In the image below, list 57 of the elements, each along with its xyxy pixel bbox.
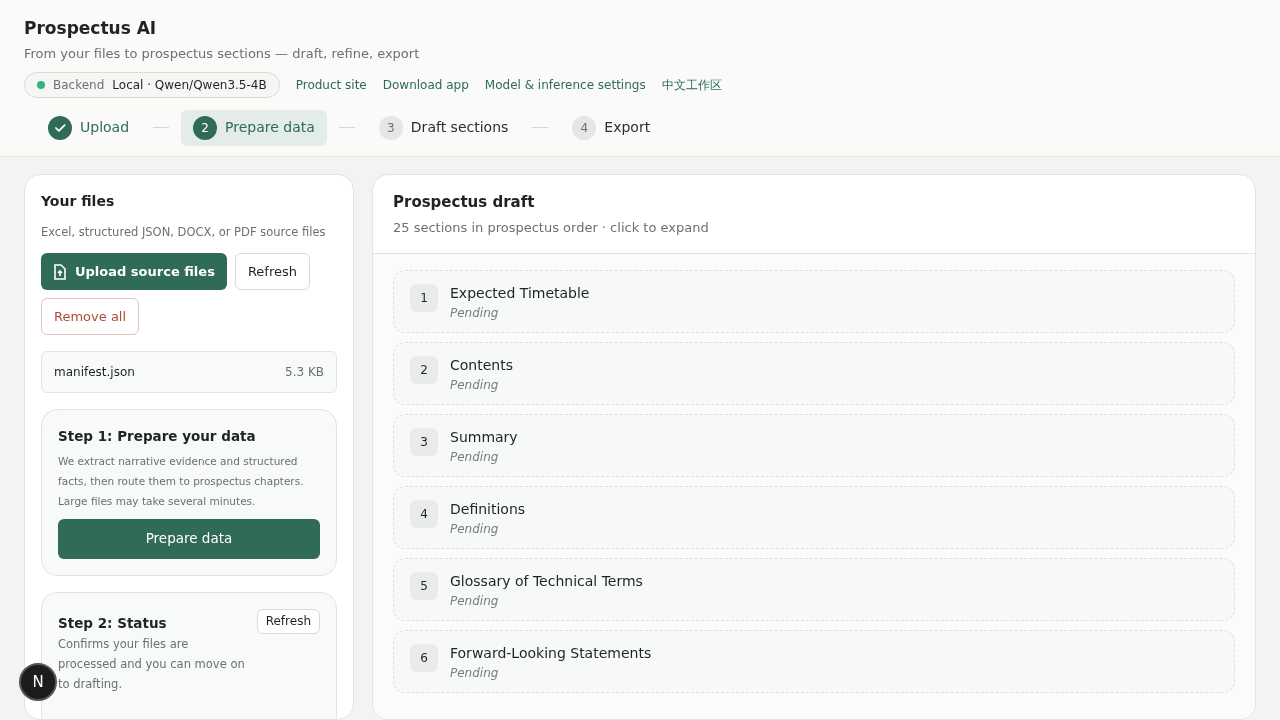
step-tab[interactable]: 4 Export bbox=[560, 109, 663, 146]
panel-hint: Excel, structured JSON, DOCX, or PDF source files bbox=[41, 224, 327, 241]
section-row[interactable]: 2 Contents Pending bbox=[393, 342, 1235, 405]
backend-value: Local · Qwen/Qwen3.5-4B bbox=[112, 76, 267, 94]
section-title: Contents bbox=[450, 356, 513, 375]
section-row[interactable]: 4 Definitions Pending bbox=[393, 486, 1235, 549]
step-title: Step 2: Status bbox=[58, 613, 167, 633]
section-number: 3 bbox=[410, 428, 438, 456]
section-status: Pending bbox=[450, 665, 500, 682]
step-tab[interactable]: 3 Draft sections bbox=[366, 109, 521, 146]
section-status: Pending bbox=[450, 449, 500, 466]
step-description: Confirms your files are processed and you can move on to drafting. bbox=[58, 635, 246, 693]
file-name: manifest.json bbox=[54, 364, 135, 382]
header-link[interactable]: Model & inference settings bbox=[484, 75, 646, 94]
dev-badge[interactable]: N bbox=[19, 663, 57, 701]
backend-label: Backend bbox=[53, 76, 105, 94]
section-number: 1 bbox=[410, 284, 438, 312]
file-size: 5.3 KB bbox=[285, 364, 324, 382]
section-title: Summary bbox=[450, 428, 518, 447]
section-status: Pending bbox=[450, 377, 500, 394]
step-number: 4 bbox=[572, 115, 597, 140]
header-link[interactable]: Download app bbox=[382, 75, 469, 94]
app-subtitle: From your files to prospectus sections — draft, refine, export bbox=[24, 45, 421, 63]
section-title: Expected Timetable bbox=[450, 284, 590, 303]
app-title: Prospectus AI bbox=[24, 17, 158, 40]
prepare-data-button[interactable]: Prepare data bbox=[58, 518, 320, 559]
step-description: We extract narrative evidence and structured facts, then route them to prospectus chapters. Large files may take several minutes. bbox=[58, 453, 305, 509]
step-number: 3 bbox=[378, 115, 403, 140]
section-status: Pending bbox=[450, 305, 500, 322]
step-tab[interactable]: 2 Prepare data bbox=[181, 109, 327, 146]
file-upload-icon bbox=[53, 263, 67, 280]
step-tab[interactable]: Upload bbox=[36, 109, 142, 146]
step-number: 2 bbox=[193, 115, 218, 140]
panel-title: Prospectus draft bbox=[393, 192, 536, 213]
refresh-button[interactable]: Refresh bbox=[256, 608, 320, 634]
header-link[interactable]: 中文工作区 bbox=[661, 75, 722, 94]
panel-subtitle: 25 sections in prospectus order · click to expand bbox=[393, 218, 710, 237]
file-row[interactable]: manifest.json 5.3 KB bbox=[41, 351, 337, 394]
remove-all-button[interactable]: Remove all bbox=[41, 298, 140, 336]
section-title: Forward-Looking Statements bbox=[450, 644, 652, 663]
step-title: Step 1: Prepare your data bbox=[58, 427, 257, 447]
section-row[interactable]: 6 Forward-Looking Statements Pending bbox=[393, 630, 1235, 693]
section-row[interactable]: 1 Expected Timetable Pending bbox=[393, 270, 1235, 333]
header-link[interactable]: Product site bbox=[295, 75, 367, 94]
section-number: 2 bbox=[410, 356, 438, 384]
section-number: 6 bbox=[410, 644, 438, 672]
section-number: 5 bbox=[410, 572, 438, 600]
panel-title: Your files bbox=[41, 192, 116, 211]
section-row[interactable]: 5 Glossary of Technical Terms Pending bbox=[393, 558, 1235, 621]
section-title: Definitions bbox=[450, 500, 526, 519]
section-status: Pending bbox=[450, 521, 500, 538]
upload-button[interactable]: Upload source files bbox=[41, 253, 227, 291]
refresh-button[interactable]: Refresh bbox=[234, 253, 310, 291]
section-row[interactable]: 3 Summary Pending bbox=[393, 414, 1235, 477]
section-number: 4 bbox=[410, 500, 438, 528]
section-title: Glossary of Technical Terms bbox=[450, 572, 643, 591]
section-status: Pending bbox=[450, 593, 500, 610]
